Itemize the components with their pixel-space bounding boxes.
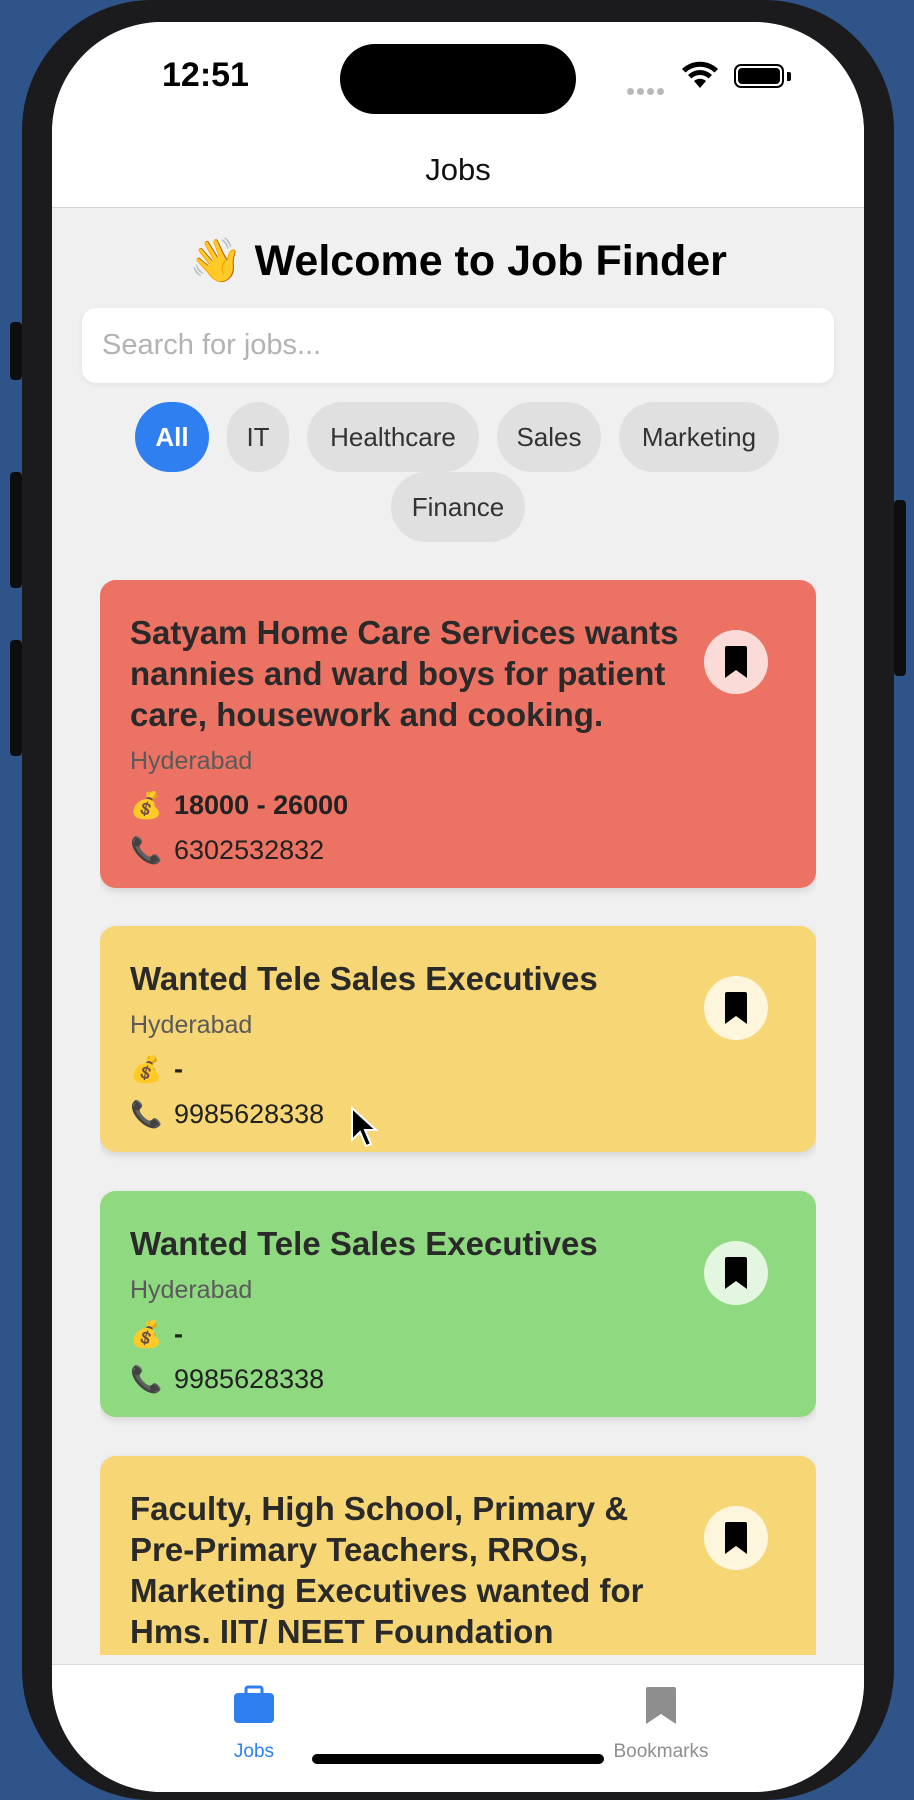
category-chip-sales[interactable]: Sales bbox=[497, 402, 601, 472]
job-salary: - bbox=[174, 1319, 183, 1349]
home-indicator[interactable] bbox=[312, 1754, 604, 1764]
job-title: Wanted Tele Sales Executives bbox=[130, 1225, 598, 1262]
money-bag-icon: 💰 bbox=[130, 1319, 163, 1349]
bookmark-icon bbox=[725, 1257, 747, 1289]
job-list[interactable]: Satyam Home Care Services wants nannies … bbox=[100, 580, 816, 1655]
battery-cap bbox=[787, 72, 791, 81]
job-title: Faculty, High School, Primary & Pre-Prim… bbox=[130, 1490, 644, 1650]
phone-icon: 📞 bbox=[130, 1364, 163, 1394]
bookmark-icon bbox=[725, 1522, 747, 1554]
wifi-icon bbox=[682, 61, 718, 88]
job-card[interactable]: Wanted Tele Sales Executives Hyderabad 💰… bbox=[100, 926, 816, 1152]
phone-power-button bbox=[894, 500, 906, 676]
category-chip-healthcare[interactable]: Healthcare bbox=[307, 402, 479, 472]
welcome-text: Welcome to Job Finder bbox=[254, 237, 727, 285]
job-phone: 9985628338 bbox=[174, 1364, 325, 1394]
job-card[interactable]: Satyam Home Care Services wants nannies … bbox=[100, 580, 816, 888]
phone-volume-down-button bbox=[10, 640, 22, 756]
tab-bar: Jobs Bookmarks bbox=[52, 1664, 864, 1792]
category-chip-it[interactable]: IT bbox=[227, 402, 289, 472]
mouse-cursor-icon bbox=[351, 1106, 379, 1148]
phone-volume-up-button bbox=[10, 472, 22, 588]
job-card[interactable]: Wanted Tele Sales Executives Hyderabad 💰… bbox=[100, 1191, 816, 1417]
job-salary-row: 💰 - bbox=[130, 1319, 786, 1350]
waving-hand-icon: 👋 bbox=[189, 237, 243, 285]
job-phone-row: 📞 9985628338 bbox=[130, 1364, 786, 1395]
phone-action-button bbox=[10, 322, 22, 380]
job-salary-row: 💰 18000 - 26000 bbox=[130, 790, 786, 821]
welcome-heading: 👋 Welcome to Job Finder bbox=[52, 236, 864, 286]
bookmark-button[interactable] bbox=[704, 1506, 768, 1570]
search-input[interactable] bbox=[82, 308, 834, 383]
category-chip-all[interactable]: All bbox=[135, 402, 209, 472]
category-chip-marketing[interactable]: Marketing bbox=[619, 402, 779, 472]
bookmark-icon bbox=[725, 992, 747, 1024]
job-phone: 9985628338 bbox=[174, 1099, 325, 1129]
job-salary: - bbox=[174, 1054, 183, 1084]
job-phone-row: 📞 6302532832 bbox=[130, 835, 786, 866]
page-title: Jobs bbox=[425, 152, 491, 187]
job-location: Hyderabad bbox=[130, 747, 253, 775]
bookmark-icon bbox=[646, 1687, 676, 1724]
job-location: Hyderabad bbox=[130, 1011, 253, 1039]
cellular-signal-icon bbox=[627, 82, 671, 95]
job-phone: 6302532832 bbox=[174, 835, 325, 865]
briefcase-icon bbox=[234, 1685, 274, 1723]
job-phone-row: 📞 9985628338 bbox=[130, 1099, 786, 1130]
category-chip-finance[interactable]: Finance bbox=[391, 472, 525, 542]
dynamic-island bbox=[340, 44, 576, 114]
bookmark-button[interactable] bbox=[704, 630, 768, 694]
status-time: 12:51 bbox=[162, 56, 249, 94]
status-bar: 12:51 bbox=[52, 22, 864, 132]
app-screen: 12:51 Jobs 👋 Welcome to Job Finder All I… bbox=[52, 22, 864, 1792]
battery-icon bbox=[734, 64, 784, 88]
money-bag-icon: 💰 bbox=[130, 1054, 163, 1084]
job-salary-row: 💰 - bbox=[130, 1054, 786, 1085]
bookmark-button[interactable] bbox=[704, 976, 768, 1040]
bookmark-icon bbox=[725, 646, 747, 678]
job-location: Hyderabad bbox=[130, 1276, 253, 1304]
job-title: Satyam Home Care Services wants nannies … bbox=[130, 614, 679, 733]
phone-icon: 📞 bbox=[130, 1099, 163, 1129]
bookmark-button[interactable] bbox=[704, 1241, 768, 1305]
navigation-bar: Jobs bbox=[52, 132, 864, 208]
job-card[interactable]: Faculty, High School, Primary & Pre-Prim… bbox=[100, 1456, 816, 1655]
money-bag-icon: 💰 bbox=[130, 790, 163, 820]
job-title: Wanted Tele Sales Executives bbox=[130, 960, 598, 997]
phone-icon: 📞 bbox=[130, 835, 163, 865]
job-salary: 18000 - 26000 bbox=[174, 790, 349, 820]
